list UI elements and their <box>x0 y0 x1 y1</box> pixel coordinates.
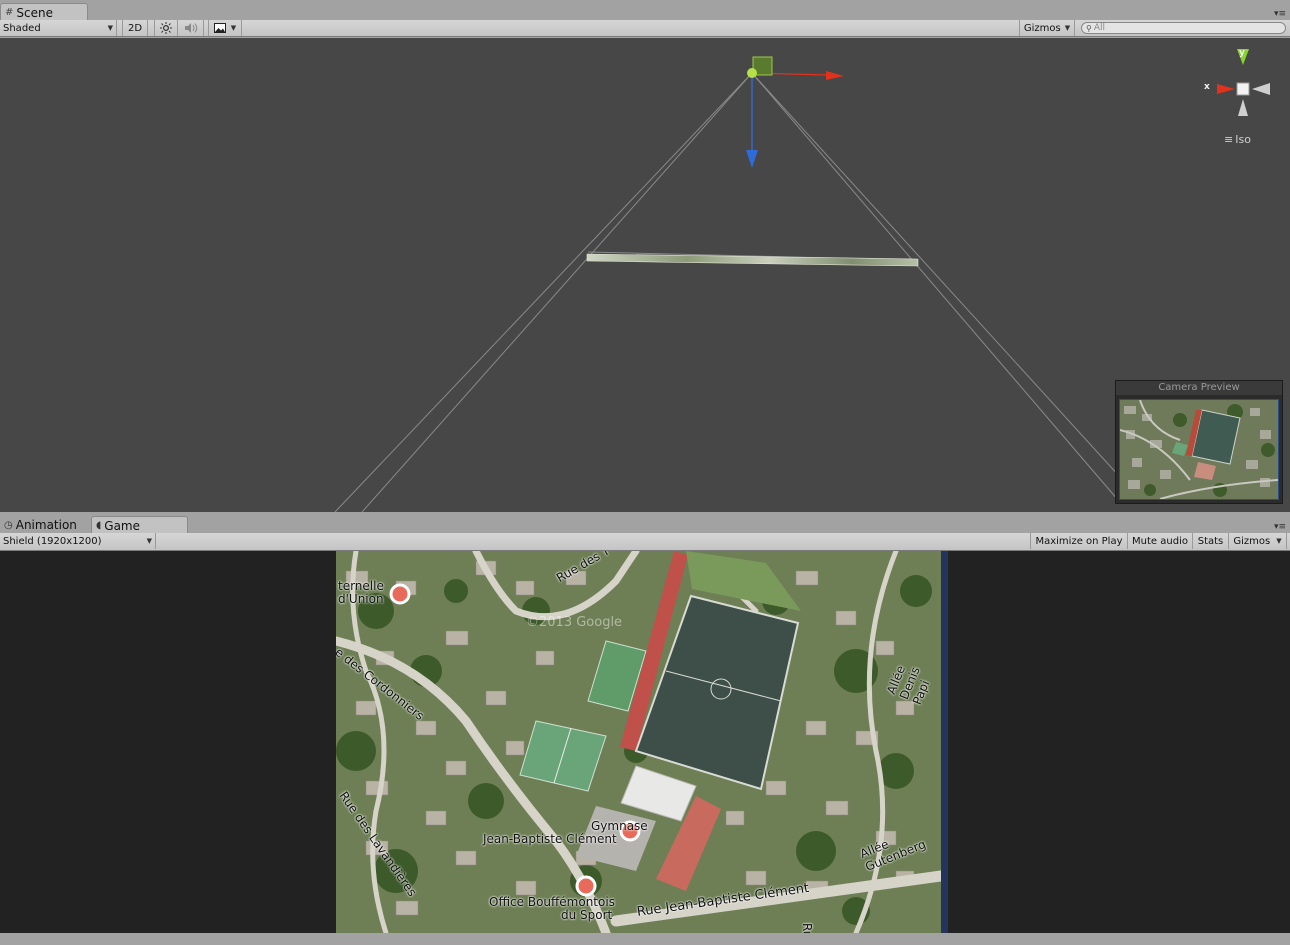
game-toolbar: Shield (1920x1200) ▼ Maximize on Play Mu… <box>0 533 1290 551</box>
scene-canvas <box>334 49 1270 512</box>
effects-dropdown[interactable]: ▼ <box>208 20 242 36</box>
tab-game-label: Game <box>104 518 141 533</box>
game-viewport[interactable]: ternelle d'Union Rue des T ©2013 Google … <box>0 551 1290 933</box>
2d-mode-toggle[interactable]: 2D <box>122 20 148 36</box>
pacman-icon: ◖ <box>96 520 102 531</box>
chevron-down-icon: ▼ <box>1276 537 1282 545</box>
gizmos-dropdown[interactable]: Gizmos ▼ <box>1019 20 1075 36</box>
gizmos-label: Gizmos <box>1023 22 1061 34</box>
tab-scene-label: Scene <box>16 5 53 20</box>
scene-tab-bar: # Scene ▾≡ <box>0 0 1290 20</box>
menu-icon: ≡ <box>1224 133 1234 146</box>
chevron-down-icon: ▼ <box>230 24 237 32</box>
tab-game[interactable]: ◖ Game <box>91 516 188 533</box>
y-axis-label: y <box>1239 48 1245 58</box>
tab-animation-label: Animation <box>15 518 77 532</box>
map-label-rue-right: Ru <box>800 923 814 933</box>
tab-animation[interactable]: ◷ Animation <box>0 516 88 533</box>
image-icon <box>213 23 226 33</box>
scene-toolbar: Shaded ▼ 2D ▼ Gizmos ▼ ⚲ All <box>0 20 1290 37</box>
mute-audio-toggle[interactable]: Mute audio <box>1128 533 1193 549</box>
shading-mode-dropdown[interactable]: Shaded ▼ <box>0 20 117 36</box>
sun-icon[interactable] <box>154 20 178 36</box>
stats-toggle[interactable]: Stats <box>1193 533 1229 549</box>
map-label-office-2: du Sport <box>561 908 613 922</box>
map-label-office-1: Office Bouffémontois <box>489 895 615 909</box>
search-placeholder: All <box>1093 23 1106 33</box>
tab-scene[interactable]: # Scene <box>0 3 88 20</box>
scene-search-input[interactable]: ⚲ All <box>1081 22 1286 34</box>
bottom-tab-bar: ◷ Animation ◖ Game ▾≡ <box>0 513 1290 533</box>
projection-toggle[interactable]: ≡ Iso <box>1224 133 1251 146</box>
camera-frustum-lines <box>334 72 1131 512</box>
grid-icon: # <box>5 7 14 18</box>
scene-orientation-gizmo <box>1217 49 1270 116</box>
map-label-gymnase-1: Gymnase <box>591 819 648 833</box>
chevron-down-icon: ▼ <box>107 24 113 32</box>
transform-gizmo <box>746 56 844 168</box>
map-watermark: ©2013 Google <box>526 615 623 630</box>
resolution-dropdown[interactable]: Shield (1920x1200) ▼ <box>0 533 156 549</box>
projection-label: Iso <box>1235 133 1251 146</box>
maximize-on-play-toggle[interactable]: Maximize on Play <box>1030 533 1128 549</box>
map-label-union: d'Union <box>338 592 384 606</box>
game-gizmos-dropdown[interactable]: Gizmos ▼ <box>1229 533 1287 549</box>
speaker-icon[interactable] <box>178 20 204 36</box>
search-icon: ⚲ <box>1086 23 1092 33</box>
chevron-down-icon: ▼ <box>1064 24 1071 32</box>
x-axis-label: x <box>1204 82 1210 92</box>
map-image: ternelle d'Union Rue des T ©2013 Google … <box>336 551 941 933</box>
chevron-down-icon: ▼ <box>146 537 152 545</box>
panel-menu-icon[interactable]: ▾≡ <box>1274 9 1286 19</box>
game-gizmos-label: Gizmos <box>1233 535 1271 547</box>
camera-preview-panel: Camera Preview <box>1115 380 1283 504</box>
clock-icon: ◷ <box>4 519 13 531</box>
shading-mode-value: Shaded <box>3 22 41 34</box>
status-bar <box>0 933 1290 945</box>
camera-preview-image <box>1119 399 1279 500</box>
map-label-gymnase-2: Jean-Baptiste Clément <box>483 832 617 846</box>
panel-menu-icon[interactable]: ▾≡ <box>1274 522 1286 532</box>
map-label-fraternelle: ternelle <box>338 579 384 593</box>
camera-preview-title: Camera Preview <box>1116 381 1282 395</box>
resolution-value: Shield (1920x1200) <box>3 535 102 547</box>
scene-viewport[interactable]: y x ≡ Iso Camera Preview <box>0 38 1290 512</box>
